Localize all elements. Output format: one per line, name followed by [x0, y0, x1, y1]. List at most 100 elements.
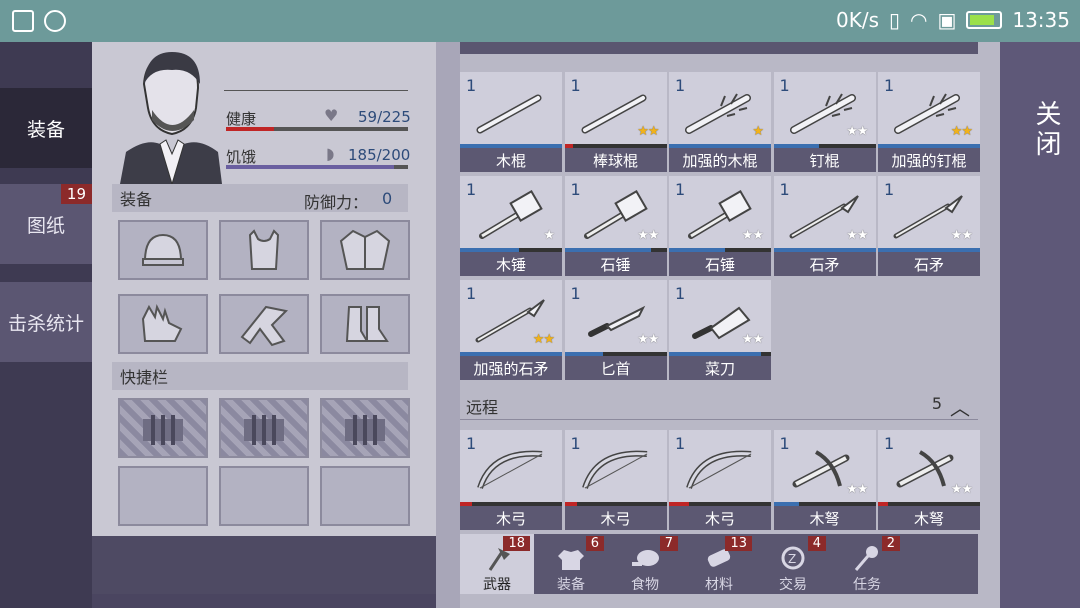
category-tab[interactable]: 2 任务 [830, 534, 904, 594]
hunger-value: 185/200 [348, 146, 411, 164]
inventory-item[interactable]: 1 ★★ 木弩 [878, 430, 980, 530]
item-name: 木弓 [669, 506, 771, 530]
star-rating-icon: ★★ [637, 228, 659, 243]
shirt-icon [558, 550, 584, 570]
vest-icon [248, 229, 280, 270]
character-panel: 健康 ♥ 59/225 饥饿 ◗ 185/200 装备 防御力： 0 快捷栏 [92, 42, 436, 536]
health-bar-fill [226, 127, 274, 131]
equip-slot-feet[interactable] [320, 294, 410, 354]
item-name: 木弓 [564, 506, 667, 530]
hotbar-slot[interactable] [320, 466, 410, 526]
category-label: 任务 [853, 577, 881, 593]
star-rating-icon: ★★ [741, 228, 764, 243]
inventory-item[interactable]: 1 ★★ 石矛 [878, 176, 980, 276]
hotbar-slot[interactable] [219, 466, 309, 526]
inventory-item[interactable]: 1 木弓 [460, 430, 562, 530]
star-rating-icon: ★ [752, 124, 764, 139]
inventory-item[interactable]: 1 ★★ 石锤 [669, 176, 771, 276]
category-tab[interactable]: Z 4 交易 [756, 534, 830, 594]
panel-divider [436, 42, 460, 608]
item-name: 石矛 [773, 252, 876, 276]
category-tab-bar: 18 武器 6 装备 7 食物 13 材料 Z 4 交易 2 任务 [460, 534, 978, 594]
left-tab-bar: 装备 图纸 19 击杀统计 [0, 42, 92, 608]
inventory-item[interactable]: 1 ★★ 菜刀 [669, 280, 771, 380]
star-rating-icon: ★★ [950, 124, 973, 139]
pants-icon [240, 305, 289, 347]
inventory-item[interactable]: 1 ★★ 加强的石矛 [460, 280, 562, 380]
equip-slot-outer[interactable] [320, 220, 410, 280]
health-value: 59/225 [358, 108, 411, 126]
category-tab[interactable]: 7 食物 [608, 534, 682, 594]
camera-icon [44, 10, 66, 32]
inventory-item[interactable]: 1 ★ 加强的木棍 [669, 72, 771, 172]
star-rating-icon: ★★ [637, 332, 659, 347]
equip-slot-head[interactable] [118, 220, 208, 280]
item-name: 石锤 [669, 252, 771, 276]
inventory-item[interactable]: 1 ★★ 加强的钉棍 [878, 72, 980, 172]
notification-badge: 4 [807, 536, 826, 551]
defense-label: 防御力： [304, 193, 369, 212]
chevron-up-icon[interactable]: ︿ [950, 392, 970, 421]
hotbar-slot[interactable] [118, 466, 208, 526]
ranged-title: 远程 [466, 398, 499, 417]
coin-icon: Z [781, 546, 805, 570]
tab-kill-stats[interactable]: 击杀统计 [0, 282, 92, 362]
inventory-item[interactable]: 1 ★★ 钉棍 [773, 72, 876, 172]
status-bar: 0K/s ▯ ◠ ▣ 13:35 [0, 0, 1080, 42]
equip-slot-hands[interactable] [118, 294, 208, 354]
hat-icon [142, 233, 184, 266]
item-name: 钉棍 [773, 148, 876, 172]
inventory-item[interactable]: 1 ★★ 石矛 [773, 176, 876, 276]
battery-icon [966, 11, 1003, 29]
jacket-icon [339, 229, 391, 270]
inventory-item[interactable]: 1 ★ 木锤 [460, 176, 562, 276]
equip-label: 装备 [120, 190, 153, 209]
inventory-item[interactable]: 1 木弓 [669, 430, 771, 530]
hotbar-header: 快捷栏 [112, 362, 408, 390]
item-name: 加强的木棍 [669, 148, 771, 172]
star-rating-icon: ★★ [846, 124, 868, 139]
inventory-item[interactable]: 1 木弓 [564, 430, 667, 530]
equip-slot-legs[interactable] [219, 294, 309, 354]
tab-blueprints[interactable]: 图纸 19 [0, 184, 92, 264]
category-tab[interactable]: 18 武器 [460, 534, 534, 594]
inventory-item[interactable]: 1 ★★ 匕首 [564, 280, 667, 380]
category-label: 交易 [779, 577, 807, 593]
tab-equipment[interactable]: 装备 [0, 88, 92, 168]
category-tab[interactable]: 6 装备 [534, 534, 608, 594]
inventory-item[interactable]: 1 ★★ 木弩 [773, 430, 876, 530]
close-button[interactable]: 关闭 [1028, 100, 1065, 160]
inventory-item[interactable]: 1 ★★ 石锤 [564, 176, 667, 276]
heart-icon: ♥ [324, 106, 339, 125]
health-label: 健康 [226, 110, 257, 128]
ranged-count: 5 [931, 394, 942, 413]
star-rating-icon: ★★ [950, 482, 973, 497]
weapon-icon [686, 450, 752, 490]
category-tab[interactable]: 13 材料 [682, 534, 756, 594]
notification-badge: 2 [881, 536, 900, 551]
defense-value: 0 [382, 189, 393, 208]
tab-label: 图纸 [26, 214, 65, 237]
hunger-label: 饥饿 [226, 148, 257, 166]
hotbar-label: 快捷栏 [120, 368, 169, 387]
category-label: 食物 [631, 577, 659, 593]
tab-label: 装备 [26, 118, 65, 141]
item-name: 菜刀 [669, 356, 771, 380]
inventory-item[interactable]: 1 木棍 [460, 72, 562, 172]
star-rating-icon: ★★ [950, 228, 973, 243]
equip-slot-body[interactable] [219, 220, 309, 280]
item-name: 木锤 [460, 252, 562, 276]
key-icon [854, 546, 878, 571]
item-name: 石矛 [878, 252, 980, 276]
star-rating-icon: ★★ [846, 228, 868, 243]
fence-lock-icon [345, 415, 385, 445]
weapon-icon [476, 94, 542, 134]
item-name: 棒球棍 [564, 148, 667, 172]
gallery-icon [12, 10, 34, 32]
weapon-icon [685, 93, 751, 134]
sim-icon: ▣ [937, 8, 957, 32]
star-rating-icon: ★★ [846, 482, 868, 497]
fence-lock-icon [244, 415, 284, 445]
hotbar-slot-locked [118, 398, 208, 458]
inventory-item[interactable]: 1 ★★ 棒球棍 [564, 72, 667, 172]
